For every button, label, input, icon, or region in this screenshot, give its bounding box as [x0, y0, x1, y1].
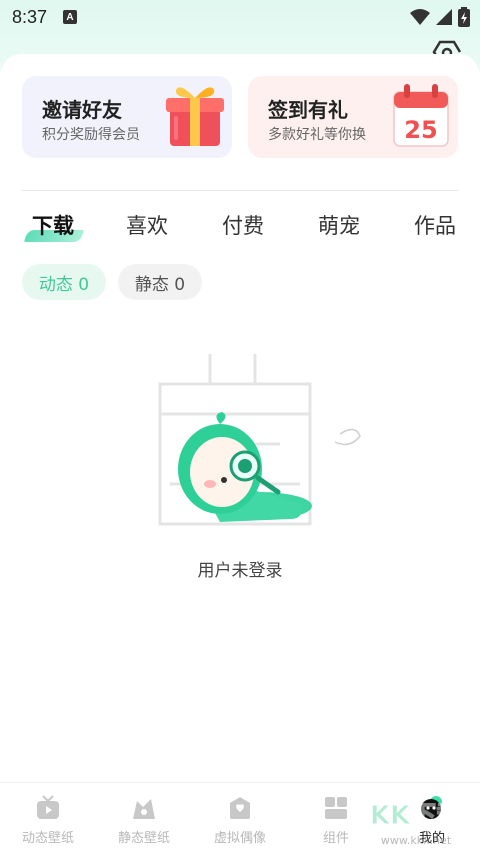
empty-state-message: 用户未登录: [197, 561, 283, 581]
chip-dynamic[interactable]: 动态 0: [22, 264, 106, 300]
nav-widgets[interactable]: 组件: [288, 783, 384, 852]
widget-icon: [325, 797, 347, 819]
tab-likes[interactable]: 喜欢: [126, 210, 168, 240]
status-time: 8:37: [12, 6, 48, 27]
nav-label: 我的: [418, 831, 445, 846]
chip-static[interactable]: 静态 0: [118, 264, 202, 300]
nav-static-wallpaper[interactable]: 静态壁纸: [96, 783, 192, 852]
nav-label: 动态壁纸: [21, 831, 74, 846]
tab-pets[interactable]: 萌宠: [318, 210, 360, 240]
signin-title: 签到有礼: [268, 98, 348, 122]
signal-icon: [436, 9, 452, 25]
gift-box-icon: [166, 87, 224, 146]
status-icons: [410, 7, 470, 27]
nav-label: 静态壁纸: [117, 831, 170, 846]
nav-label: 组件: [322, 831, 349, 846]
sign-in-reward-card[interactable]: 签到有礼 多款好礼等你换 25: [248, 76, 458, 158]
idol-icon: [230, 797, 250, 819]
tab-works[interactable]: 作品: [414, 210, 456, 240]
main-card: 邀请好友 积分奖励得会员 签到有礼 多款好礼等你换 25 下载 喜欢 付费 萌宠…: [0, 54, 480, 784]
empty-state-illustration: [158, 354, 361, 526]
status-bar: 8:37 A: [0, 0, 480, 34]
calendar-day-number: 25: [404, 116, 437, 144]
image-icon: [133, 799, 155, 819]
battery-icon: [458, 7, 470, 27]
invite-friends-card[interactable]: 邀请好友 积分奖励得会员: [22, 76, 232, 158]
nav-virtual-idol[interactable]: 虚拟偶像: [192, 783, 288, 852]
tab-paid[interactable]: 付费: [222, 210, 264, 240]
tab-download[interactable]: 下载: [32, 210, 74, 240]
bottom-nav: 动态壁纸 静态壁纸 虚拟偶像 组件 我的 KK下载 www.kkx.net: [0, 782, 480, 852]
divider: [22, 190, 458, 191]
nav-dynamic-wallpaper[interactable]: 动态壁纸: [0, 783, 96, 852]
wifi-icon: [410, 9, 430, 25]
content-tabs: 下载 喜欢 付费 萌宠 作品: [0, 206, 480, 246]
tv-icon: [37, 795, 59, 819]
profile-icon: [421, 796, 442, 819]
signin-subtitle: 多款好礼等你换: [268, 127, 366, 143]
invite-title: 邀请好友: [42, 98, 122, 122]
notification-a-icon: A: [63, 10, 78, 24]
nav-label: 虚拟偶像: [213, 831, 266, 846]
calendar-icon: 25: [393, 84, 449, 147]
nav-mine[interactable]: 我的: [384, 783, 480, 852]
invite-subtitle: 积分奖励得会员: [42, 127, 140, 143]
